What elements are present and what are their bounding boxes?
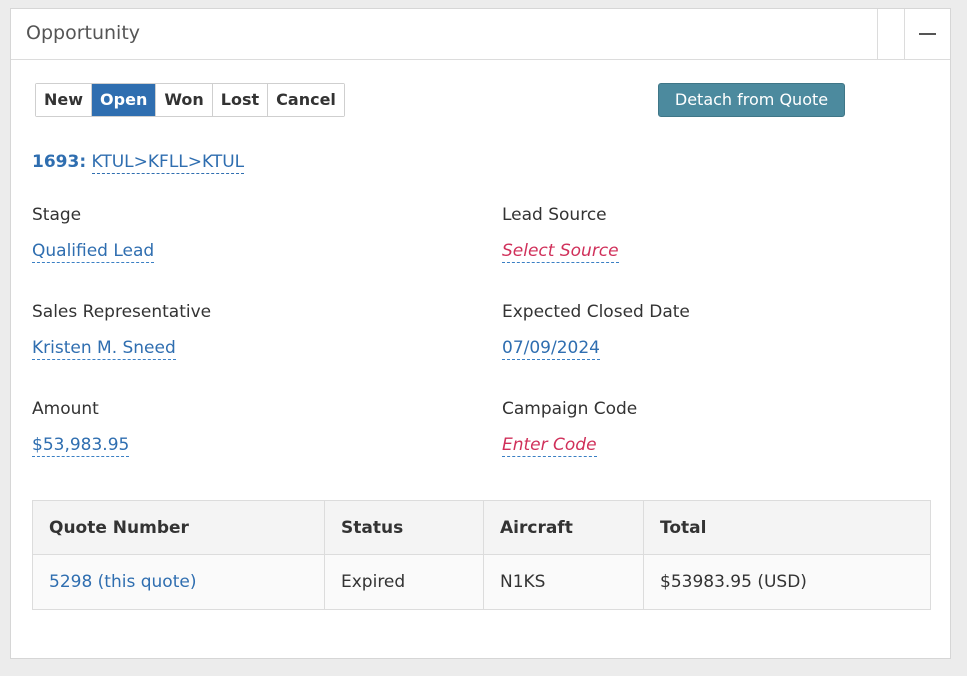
header-spacer <box>877 9 904 59</box>
campaign-code-value[interactable]: Enter Code <box>502 435 597 457</box>
sales-rep-label: Sales Representative <box>32 302 212 322</box>
column-header-aircraft: Aircraft <box>483 500 644 555</box>
trip-route-link[interactable]: KTUL>KFLL>KTUL <box>91 152 245 174</box>
lead-source-value[interactable]: Select Source <box>502 241 619 263</box>
closed-date-label: Expected Closed Date <box>502 302 690 322</box>
minus-icon <box>919 33 936 35</box>
trip-id: 1693: <box>32 152 87 172</box>
detach-from-quote-button[interactable]: Detach from Quote <box>658 83 845 117</box>
collapse-button[interactable] <box>904 9 950 59</box>
trip-route: 1693: KTUL>KFLL>KTUL <box>32 152 245 174</box>
quote-number-link[interactable]: 5298 (this quote) <box>32 554 325 610</box>
closed-date-value[interactable]: 07/09/2024 <box>502 338 600 360</box>
campaign-code-label: Campaign Code <box>502 399 638 419</box>
panel-header: Opportunity <box>11 9 950 60</box>
column-header-quote-number: Quote Number <box>32 500 325 555</box>
stage-label: Stage <box>32 205 82 225</box>
amount-value[interactable]: $53,983.95 <box>32 435 130 457</box>
status-cancel-button[interactable]: Cancel <box>268 84 344 116</box>
aircraft-cell: N1KS <box>483 554 644 610</box>
status-lost-button[interactable]: Lost <box>212 84 269 116</box>
opportunity-panel: Opportunity New Open Won Lost Cancel Det… <box>10 8 951 659</box>
status-button-group: New Open Won Lost Cancel <box>35 83 345 117</box>
status-won-button[interactable]: Won <box>156 84 213 116</box>
table-row: 5298 (this quote) Expired N1KS $53983.95… <box>32 554 931 610</box>
sales-rep-value[interactable]: Kristen M. Sneed <box>32 338 176 360</box>
amount-label: Amount <box>32 399 99 419</box>
column-header-total: Total <box>643 500 931 555</box>
total-cell: $53983.95 (USD) <box>643 554 931 610</box>
status-new-button[interactable]: New <box>36 84 93 116</box>
lead-source-label: Lead Source <box>502 205 607 225</box>
quote-status-cell: Expired <box>324 554 484 610</box>
table-header-row: Quote Number Status Aircraft Total <box>32 500 931 555</box>
status-open-button[interactable]: Open <box>92 84 157 116</box>
quotes-table: Quote Number Status Aircraft Total 5298 … <box>32 500 931 610</box>
column-header-status: Status <box>324 500 484 555</box>
stage-value[interactable]: Qualified Lead <box>32 241 155 263</box>
panel-title: Opportunity <box>26 22 141 44</box>
